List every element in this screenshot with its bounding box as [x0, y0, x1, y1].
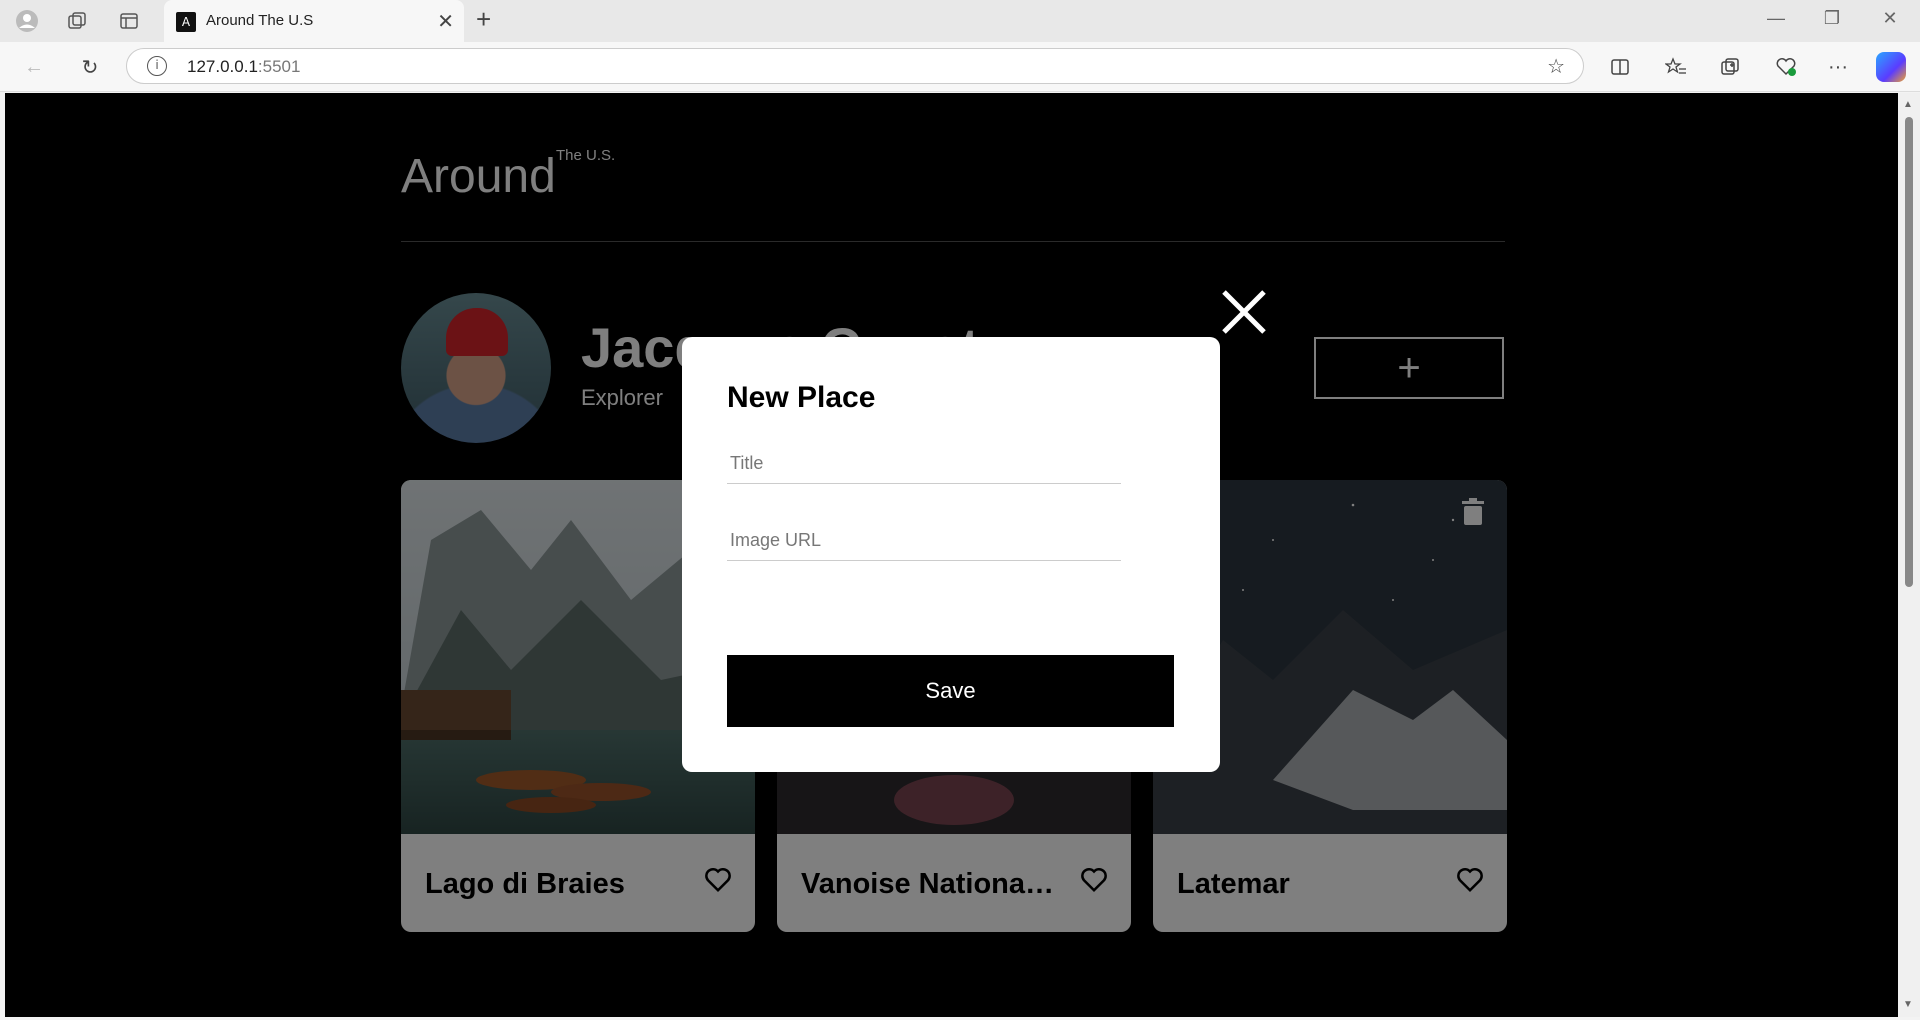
workspaces-icon[interactable]	[62, 6, 92, 36]
minimize-icon[interactable]: —	[1756, 8, 1796, 29]
tab-title: Around The U.S	[206, 12, 314, 29]
browser-tab[interactable]: A Around The U.S ✕	[164, 0, 464, 42]
split-screen-icon[interactable]	[1604, 52, 1636, 82]
favorites-icon[interactable]	[1660, 52, 1692, 82]
modal-title: New Place	[727, 381, 876, 414]
scroll-thumb[interactable]	[1905, 117, 1913, 587]
tab-actions-icon[interactable]	[114, 6, 144, 36]
address-bar[interactable]: i 127.0.0.1:5501 ☆	[126, 48, 1584, 84]
restore-icon[interactable]: ❐	[1812, 8, 1852, 29]
browser-tab-bar: A Around The U.S ✕ + — ❐ ✕	[0, 0, 1920, 42]
close-icon[interactable]	[1219, 287, 1269, 337]
page-viewport: Around The U.S. Jacques Cousteau Explore…	[5, 93, 1898, 1017]
window-close-icon[interactable]: ✕	[1870, 8, 1910, 29]
more-options-icon[interactable]: ···	[1822, 52, 1854, 82]
image-url-input[interactable]	[727, 521, 1121, 561]
scrollbar[interactable]: ▲ ▼	[1898, 93, 1920, 1017]
save-button[interactable]: Save	[727, 655, 1174, 727]
tab-favicon-icon: A	[176, 12, 196, 32]
title-input[interactable]	[727, 444, 1121, 484]
browser-toolbar: ← ↻ i 127.0.0.1:5501 ☆ ···	[0, 42, 1920, 92]
browser-essentials-icon[interactable]	[1770, 52, 1802, 82]
copilot-icon[interactable]	[1876, 52, 1906, 82]
scroll-up-icon[interactable]: ▲	[1903, 99, 1913, 110]
url-host: 127.0.0.1	[187, 57, 258, 76]
profile-icon[interactable]	[12, 6, 42, 36]
reload-icon[interactable]: ↻	[74, 52, 106, 82]
favorite-star-icon[interactable]: ☆	[1547, 54, 1565, 78]
site-info-icon[interactable]: i	[147, 56, 167, 76]
new-place-modal: New Place Save	[682, 337, 1220, 772]
url-port: :5501	[257, 57, 301, 76]
tab-close-icon[interactable]: ✕	[437, 9, 454, 34]
collections-icon[interactable]	[1714, 52, 1746, 82]
new-tab-icon[interactable]: +	[476, 4, 491, 35]
back-icon[interactable]: ←	[18, 52, 50, 82]
url-text[interactable]: 127.0.0.1:5501	[187, 57, 300, 77]
scroll-down-icon[interactable]: ▼	[1903, 999, 1913, 1010]
